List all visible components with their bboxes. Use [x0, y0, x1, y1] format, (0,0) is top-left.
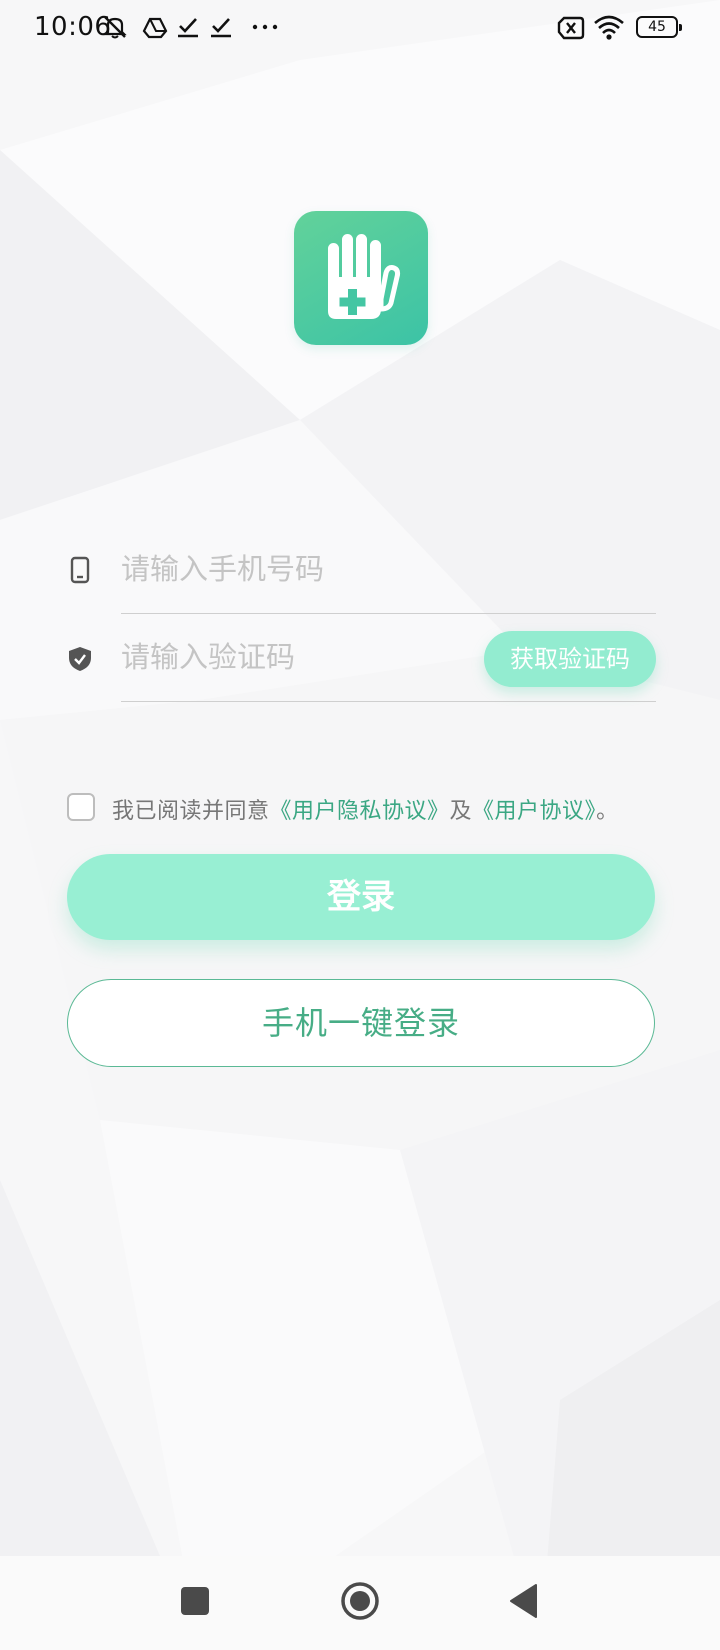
phone-input[interactable] — [121, 526, 581, 612]
muted-icon — [103, 16, 127, 39]
battery-icon: 45 — [636, 16, 682, 38]
code-underline — [121, 701, 656, 702]
login-button[interactable]: 登录 — [67, 854, 655, 940]
phone-field-row — [60, 526, 656, 614]
code-input[interactable] — [121, 614, 451, 700]
hand-medical-icon — [328, 234, 401, 319]
navigation-bar — [0, 1556, 720, 1650]
battery-level: 45 — [648, 19, 666, 35]
agreement-joiner: 及 — [449, 799, 473, 824]
agreement-text: 我已阅读并同意《用户隐私协议》及《用户协议》。 — [112, 793, 619, 825]
recents-square-icon[interactable] — [180, 1586, 210, 1616]
agreement-prefix: 我已阅读并同意 — [112, 799, 270, 824]
back-triangle-icon[interactable] — [508, 1583, 540, 1619]
check-icon — [211, 18, 231, 38]
drive-icon — [142, 17, 168, 39]
wifi-icon — [594, 15, 624, 40]
status-bar: 10:06 45 — [0, 0, 720, 56]
agree-checkbox[interactable] — [67, 793, 95, 821]
home-circle-icon[interactable] — [340, 1581, 380, 1621]
privacy-policy-link[interactable]: 《用户隐私协议》 — [270, 799, 450, 824]
more-dots-icon — [252, 24, 278, 30]
agreement-suffix: 。 — [596, 799, 619, 824]
get-code-button[interactable]: 获取验证码 — [484, 631, 656, 687]
app-logo — [294, 211, 428, 345]
agreement-row: 我已阅读并同意《用户隐私协议》及《用户协议》。 — [67, 791, 687, 825]
user-agreement-link[interactable]: 《用户协议》 — [472, 799, 596, 824]
no-sim-icon — [557, 16, 585, 40]
quick-login-button[interactable]: 手机一键登录 — [67, 979, 655, 1067]
code-field-row: 获取验证码 — [60, 614, 656, 702]
check-icon — [178, 18, 198, 38]
shield-check-icon — [69, 647, 91, 671]
phone-icon — [70, 556, 90, 584]
